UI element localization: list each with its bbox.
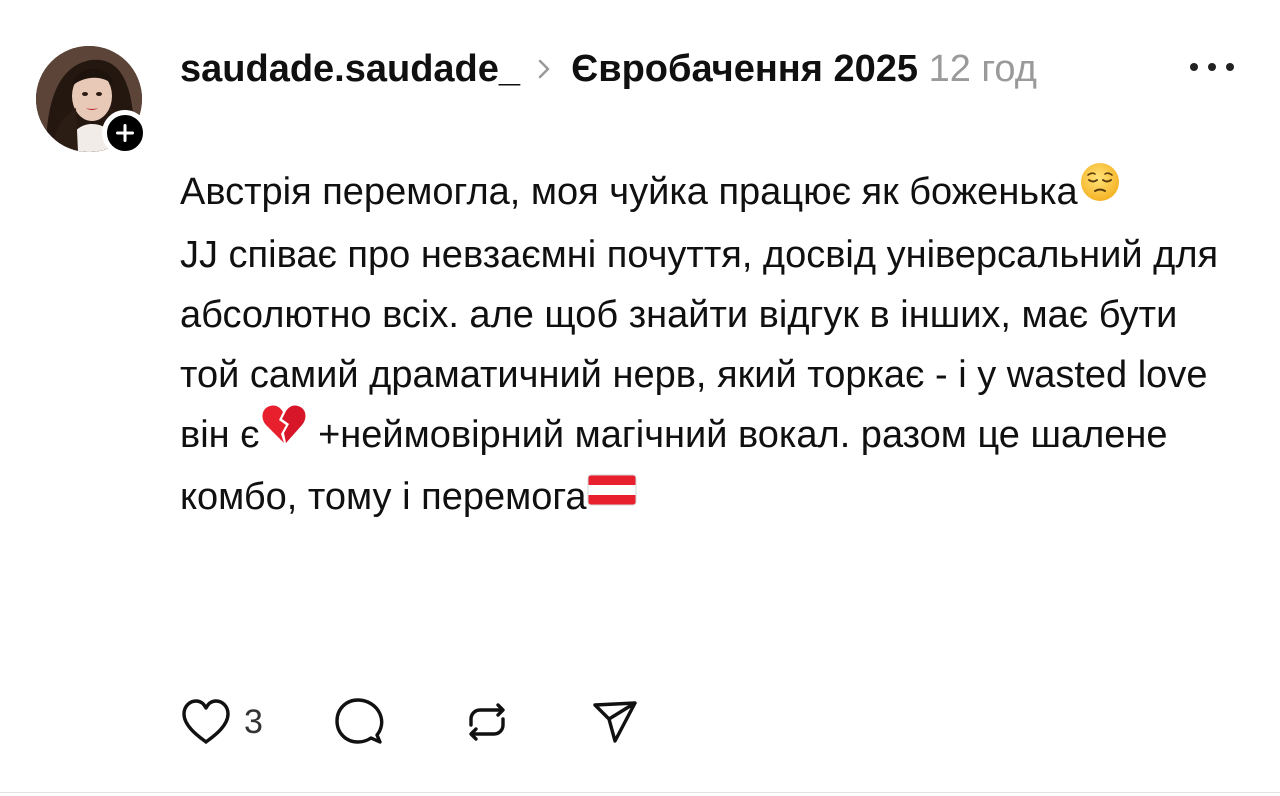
post-header: saudade.saudade_ Євробачення 2025 12 год [180, 40, 1120, 99]
post-paragraph-1-text: Австрія перемогла, моя чуйка працює як б… [180, 171, 1078, 213]
repost-button[interactable] [461, 697, 513, 747]
comment-button[interactable] [333, 697, 385, 747]
avatar-container [36, 46, 148, 156]
post-timestamp: 12 год [928, 48, 1037, 90]
plus-icon [116, 124, 134, 142]
pensive-face-emoji [1078, 159, 1122, 221]
broken-heart-emoji [260, 403, 308, 463]
more-dot-icon [1226, 63, 1234, 71]
post-actions: 3 [180, 694, 641, 750]
comment-icon [335, 698, 384, 744]
heart-icon [182, 699, 230, 744]
like-button[interactable]: 3 [180, 698, 263, 746]
repost-icon [469, 703, 505, 741]
thread-post: saudade.saudade_ Євробачення 2025 12 год… [0, 0, 1280, 796]
post-body: Австрія перемогла, моя чуйка працює як б… [180, 162, 1240, 529]
send-icon [593, 701, 637, 743]
topic-link[interactable]: Євробачення 2025 [571, 48, 918, 90]
post-paragraph-2: JJ співає про невзаємні почуття, досвід … [180, 225, 1240, 529]
more-dot-icon [1208, 63, 1216, 71]
like-count: 3 [244, 702, 263, 741]
post-paragraph-2-text-b: +неймовірний магічний вокал. разом це ша… [180, 413, 1168, 518]
username-link[interactable]: saudade.saudade_ [180, 48, 520, 90]
austria-flag-emoji [587, 465, 637, 525]
share-button[interactable] [589, 697, 641, 747]
more-dot-icon [1190, 63, 1198, 71]
more-options-button[interactable] [1190, 50, 1234, 84]
follow-plus-button[interactable] [102, 110, 148, 156]
post-paragraph-1: Австрія перемогла, моя чуйка працює як б… [180, 162, 1240, 225]
post-divider [0, 792, 1280, 793]
chevron-right-icon [531, 41, 557, 99]
